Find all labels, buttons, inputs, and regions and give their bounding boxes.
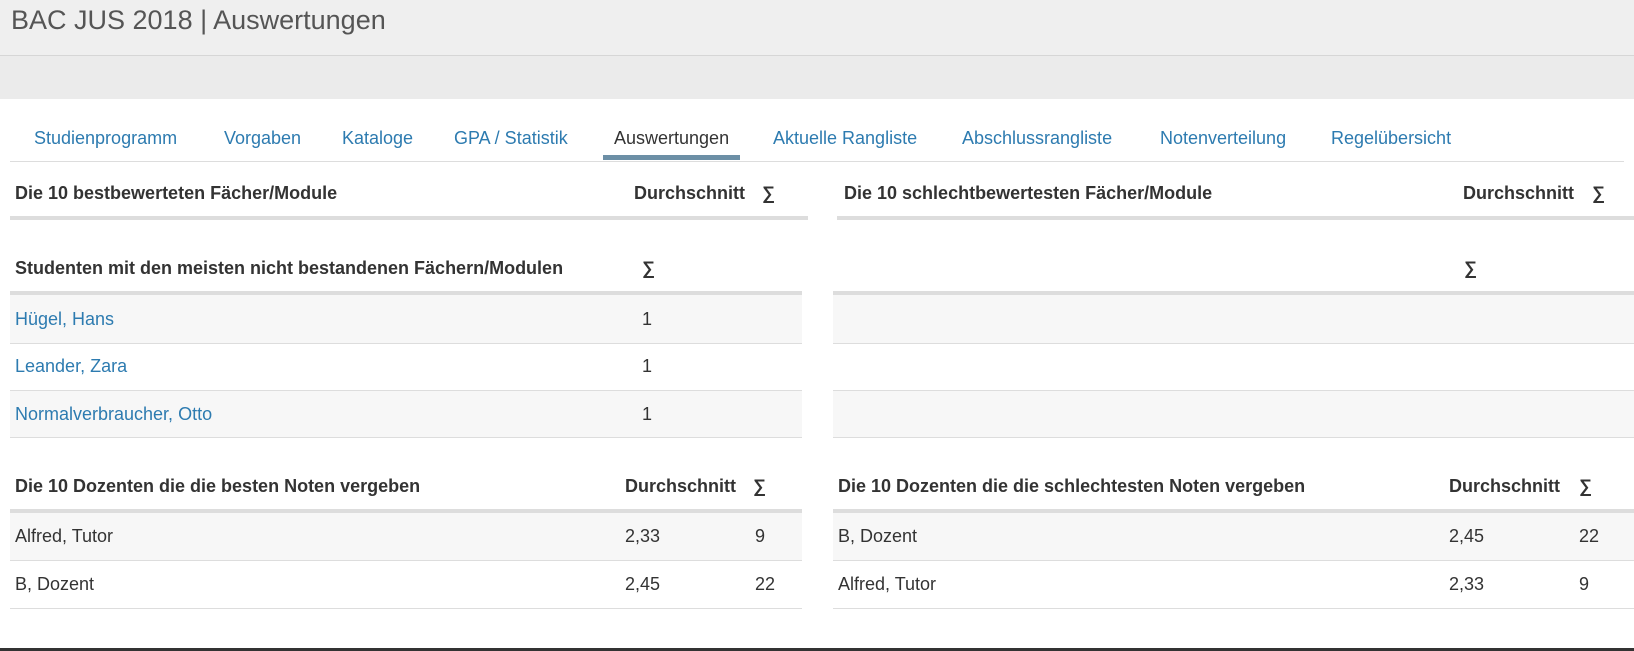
table-header-divider <box>10 216 808 220</box>
tab-aktuelle-rangliste[interactable]: Aktuelle Rangliste <box>773 122 917 160</box>
page-header: BAC JUS 2018 | Auswertungen <box>0 0 1634 56</box>
row-divider <box>833 343 1634 344</box>
row-divider <box>833 390 1634 391</box>
tab-regeluebersicht[interactable]: Regelübersicht <box>1331 122 1451 160</box>
table-row-stripe <box>833 391 1634 438</box>
lecturer-sum: 9 <box>1579 574 1590 594</box>
lecturer-name: B, Dozent <box>15 574 95 594</box>
worst-lecturers-avg-header: Durchschnitt <box>1449 476 1561 496</box>
worst-lecturers-sum-header: ∑ <box>1579 476 1592 496</box>
table-row-stripe <box>833 295 1634 343</box>
tab-studienprogramm[interactable]: Studienprogramm <box>34 122 177 160</box>
row-divider <box>833 608 1634 609</box>
best-lecturers-sum-header: ∑ <box>753 476 766 496</box>
lecturer-name: B, Dozent <box>838 526 918 546</box>
table-row-stripe <box>10 513 802 560</box>
best-subjects-title: Die 10 bestbewerteten Fächer/Module <box>15 183 338 203</box>
lecturer-average: 2,45 <box>625 574 661 594</box>
tab-kataloge[interactable]: Kataloge <box>342 122 413 160</box>
best-lecturers-title: Die 10 Dozenten die die besten Noten ver… <box>15 476 421 496</box>
student-failed-count: 1 <box>642 404 653 424</box>
best-subjects-avg-header: Durchschnitt <box>634 183 746 203</box>
row-divider <box>833 437 1634 438</box>
row-divider <box>10 390 802 391</box>
failed-students-title: Studenten mit den meisten nicht bestande… <box>15 258 564 278</box>
tab-vorgaben[interactable]: Vorgaben <box>224 122 301 160</box>
lecturer-average: 2,45 <box>1449 526 1485 546</box>
student-link-normalverbraucher[interactable]: Normalverbraucher, Otto <box>15 403 212 425</box>
table-row-stripe <box>10 295 802 343</box>
lecturer-sum: 22 <box>755 574 776 594</box>
worst-subjects-title: Die 10 schlechtbewertesten Fächer/Module <box>844 183 1213 203</box>
page-title: BAC JUS 2018 | Auswertungen <box>11 5 386 35</box>
lecturer-sum: 22 <box>1579 526 1600 546</box>
toolbar-bar <box>0 56 1634 99</box>
tab-abschlussrangliste[interactable]: Abschlussrangliste <box>962 122 1112 160</box>
best-subjects-sum-header: ∑ <box>762 183 775 203</box>
row-divider <box>10 343 802 344</box>
worst-lecturers-title: Die 10 Dozenten die die schlechtesten No… <box>838 476 1306 496</box>
student-failed-count: 1 <box>642 356 653 376</box>
row-divider <box>10 560 802 561</box>
lecturer-average: 2,33 <box>1449 574 1485 594</box>
tab-auswertungen[interactable]: Auswertungen <box>603 122 741 160</box>
failed-students-right-sum-header: ∑ <box>1464 258 1477 278</box>
row-divider <box>833 560 1634 561</box>
student-link-huegel[interactable]: Hügel, Hans <box>15 308 114 330</box>
row-divider <box>10 608 802 609</box>
lecturer-name: Alfred, Tutor <box>838 574 937 594</box>
tab-bar: Studienprogramm Vorgaben Kataloge GPA / … <box>10 122 1624 162</box>
student-link-leander[interactable]: Leander, Zara <box>15 355 127 377</box>
table-header-divider <box>837 216 1634 220</box>
worst-subjects-avg-header: Durchschnitt <box>1463 183 1575 203</box>
lecturer-average: 2,33 <box>625 526 661 546</box>
best-lecturers-avg-header: Durchschnitt <box>625 476 737 496</box>
row-divider <box>10 437 802 438</box>
tab-notenverteilung[interactable]: Notenverteilung <box>1160 122 1286 160</box>
tab-gpa-statistik[interactable]: GPA / Statistik <box>454 122 568 160</box>
lecturer-name: Alfred, Tutor <box>15 526 114 546</box>
student-failed-count: 1 <box>642 309 653 329</box>
lecturer-sum: 9 <box>755 526 766 546</box>
failed-students-sum-header: ∑ <box>642 258 655 278</box>
table-row-stripe <box>833 513 1634 560</box>
worst-subjects-sum-header: ∑ <box>1592 183 1605 203</box>
